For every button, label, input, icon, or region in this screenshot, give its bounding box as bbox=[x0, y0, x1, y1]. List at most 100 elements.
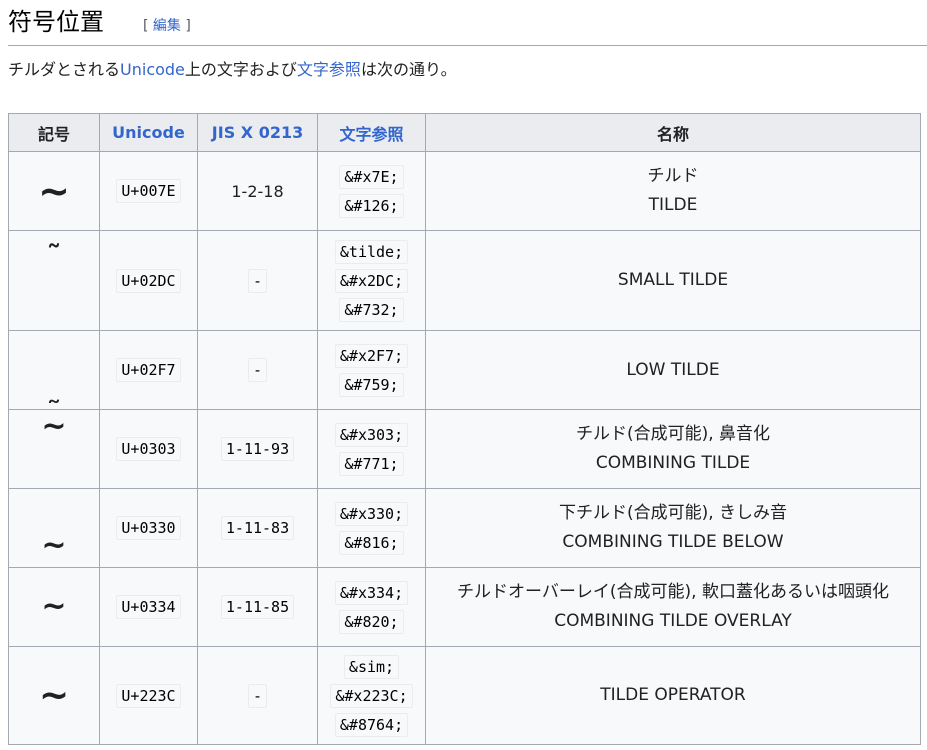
char-ref: &#771; bbox=[339, 451, 404, 476]
intro-text-2: 上の文字および bbox=[184, 60, 297, 79]
tilde-glyph: ˷ bbox=[46, 370, 62, 405]
jis-cell: - bbox=[197, 330, 318, 410]
table-row: ~ U+0330 1-11-83 &#x330; &#816; 下チルド(合成可能… bbox=[8, 488, 921, 568]
table-row: ~ U+0334 1-11-85 &#x334; &#820; チルドオーバーレイ… bbox=[8, 567, 921, 647]
char-ref: &#820; bbox=[339, 609, 404, 634]
name-line: 下チルド(合成可能), きしみ音 bbox=[558, 503, 788, 523]
char-ref: &#126; bbox=[339, 193, 404, 218]
symbol-cell: ~ bbox=[8, 488, 100, 568]
symbol-cell: ~ bbox=[8, 409, 100, 489]
char-ref: &#x334; bbox=[334, 580, 409, 605]
intro-text-1: チルダとされる bbox=[8, 60, 121, 79]
jis-cell: 1-11-85 bbox=[197, 567, 318, 647]
table-row: ∼ U+223C - &sim; &#x223C; &#8764; TILDE OP… bbox=[8, 646, 921, 745]
unicode-cell: U+0330 bbox=[99, 488, 198, 568]
header-jis[interactable]: JIS X 0213 bbox=[197, 113, 318, 152]
table-header-row: 記号 Unicode JIS X 0213 文字参照 名称 bbox=[8, 113, 921, 152]
refs-cell: &#x2F7; &#759; bbox=[317, 330, 426, 410]
char-ref: &tilde; bbox=[334, 239, 409, 264]
name-line: COMBINING TILDE OVERLAY bbox=[554, 611, 792, 631]
intro-paragraph: チルダとされるUnicode上の文字および文字参照は次の通り。 bbox=[8, 58, 457, 82]
unicode-cell: U+02F7 bbox=[99, 330, 198, 410]
edit-section-link-wrapper: [ 編集 ] bbox=[143, 15, 191, 35]
name-line: チルドオーバーレイ(合成可能), 軟口蓋化あるいは咽頭化 bbox=[457, 582, 889, 602]
name-cell: チルドオーバーレイ(合成可能), 軟口蓋化あるいは咽頭化 COMBINING TI… bbox=[425, 567, 921, 647]
table-row: ˷ U+02F7 - &#x2F7; &#759; LOW TILDE bbox=[8, 330, 921, 410]
name-cell: TILDE OPERATOR bbox=[425, 646, 921, 745]
char-ref: &#x303; bbox=[334, 422, 409, 447]
header-name[interactable]: 名称 bbox=[425, 113, 921, 152]
char-ref: &#x330; bbox=[334, 501, 409, 526]
tilde-glyph: ∼ bbox=[38, 674, 70, 716]
header-symbol[interactable]: 記号 bbox=[8, 113, 100, 152]
name-line: SMALL TILDE bbox=[617, 270, 729, 290]
unicode-cell: U+223C bbox=[99, 646, 198, 745]
unicode-cell: U+0334 bbox=[99, 567, 198, 647]
name-line: LOW TILDE bbox=[626, 359, 720, 380]
unicode-cell: U+007E bbox=[99, 151, 198, 231]
tilde-glyph: ˜ bbox=[46, 240, 62, 275]
char-ref: &#732; bbox=[339, 297, 404, 322]
name-line: COMBINING TILDE BELOW bbox=[562, 532, 784, 552]
section-title: 符号位置 bbox=[8, 8, 104, 36]
edit-bracket-close: ] bbox=[180, 18, 191, 34]
name-line: TILDE bbox=[648, 195, 698, 215]
refs-cell: &#x330; &#816; bbox=[317, 488, 426, 568]
name-cell: SMALL TILDE bbox=[425, 230, 921, 331]
unicode-code: U+0334 bbox=[116, 595, 181, 619]
table-row: ˜ U+02DC - &tilde; &#x2DC; &#732; SMALL TI… bbox=[8, 230, 921, 331]
refs-cell: &sim; &#x223C; &#8764; bbox=[317, 646, 426, 745]
char-ref: &#8764; bbox=[334, 712, 409, 737]
unicode-code: U+223C bbox=[116, 683, 181, 708]
name-line: TILDE OPERATOR bbox=[600, 685, 746, 705]
jis-code: 1-11-83 bbox=[220, 516, 295, 540]
jis-code: 1-11-85 bbox=[220, 595, 295, 619]
name-line: チルド bbox=[647, 166, 699, 186]
char-ref: &#x7E; bbox=[339, 164, 404, 189]
edit-bracket-open: [ bbox=[143, 18, 153, 34]
table-row: ~ U+0303 1-11-93 &#x303; &#771; チルド(合成可能)… bbox=[8, 409, 921, 489]
character-reference-link[interactable]: 文字参照 bbox=[297, 60, 361, 79]
refs-cell: &#x303; &#771; bbox=[317, 409, 426, 489]
name-cell: 下チルド(合成可能), きしみ音 COMBINING TILDE BELOW bbox=[425, 488, 921, 568]
refs-cell: &tilde; &#x2DC; &#732; bbox=[317, 230, 426, 331]
intro-text-3: は次の通り。 bbox=[360, 60, 457, 79]
name-cell: LOW TILDE bbox=[425, 330, 921, 410]
jis-cell: - bbox=[197, 646, 318, 745]
header-unicode[interactable]: Unicode bbox=[99, 113, 198, 152]
tilde-glyph: ~ bbox=[41, 589, 67, 624]
symbol-cell: ˜ bbox=[8, 230, 100, 331]
header-char-ref[interactable]: 文字参照 bbox=[317, 113, 426, 152]
jis-code: - bbox=[247, 683, 268, 708]
jis-code: 1-2-18 bbox=[231, 181, 284, 201]
unicode-link[interactable]: Unicode bbox=[120, 60, 185, 79]
symbol-cell: ~ bbox=[8, 151, 100, 231]
char-ref: &#x2DC; bbox=[334, 268, 409, 293]
refs-cell: &#x7E; &#126; bbox=[317, 151, 426, 231]
jis-cell: 1-11-83 bbox=[197, 488, 318, 568]
jis-cell: 1-2-18 bbox=[197, 151, 318, 231]
jis-cell: 1-11-93 bbox=[197, 409, 318, 489]
tilde-table: 記号 Unicode JIS X 0213 文字参照 名称 ~ U+007E 1… bbox=[8, 113, 921, 745]
edit-link[interactable]: 編集 bbox=[153, 18, 181, 34]
unicode-cell: U+02DC bbox=[99, 230, 198, 331]
unicode-code: U+0303 bbox=[116, 437, 181, 461]
unicode-code: U+0330 bbox=[116, 516, 181, 540]
char-ref: &#759; bbox=[339, 372, 404, 397]
unicode-code: U+02DC bbox=[116, 268, 181, 293]
char-ref: &#x223C; bbox=[330, 683, 413, 708]
jis-code: - bbox=[247, 358, 268, 382]
name-line: チルド(合成可能), 鼻音化 bbox=[575, 424, 771, 444]
char-ref: &#x2F7; bbox=[334, 343, 409, 368]
jis-code: - bbox=[247, 268, 268, 293]
name-line: COMBINING TILDE bbox=[595, 453, 751, 473]
jis-cell: - bbox=[197, 230, 318, 331]
char-ref: &sim; bbox=[343, 654, 400, 679]
symbol-cell: ∼ bbox=[8, 646, 100, 745]
unicode-code: U+02F7 bbox=[116, 358, 181, 382]
tilde-glyph: ~ bbox=[38, 169, 70, 213]
symbol-cell: ~ bbox=[8, 567, 100, 647]
symbol-cell: ˷ bbox=[8, 330, 100, 410]
tilde-glyph: ~ bbox=[41, 528, 67, 563]
jis-code: 1-11-93 bbox=[220, 437, 295, 461]
